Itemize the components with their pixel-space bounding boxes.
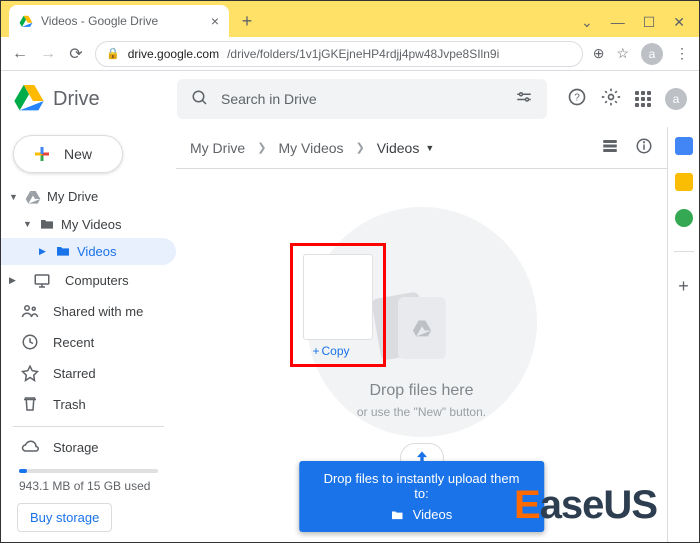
sidebar-item-starred[interactable]: Starred (1, 358, 176, 389)
help-icon[interactable]: ? (567, 87, 587, 112)
lock-icon: 🔒 (106, 47, 120, 60)
sidebar-label: Recent (53, 335, 94, 350)
breadcrumb-item[interactable]: My Videos (278, 140, 343, 156)
address-bar[interactable]: 🔒 drive.google.com /drive/folders/1v1jGK… (95, 41, 583, 67)
forward-icon: → (39, 45, 57, 63)
url-host: drive.google.com (128, 47, 219, 61)
banner-target: Videos (413, 507, 453, 522)
search-options-icon[interactable] (515, 89, 533, 110)
kebab-menu-icon[interactable]: ⋮ (675, 45, 689, 62)
chrome-user-icon[interactable]: ⌄ (581, 14, 593, 31)
close-tab-icon[interactable]: × (211, 13, 219, 29)
chevron-right-icon[interactable]: ▶ (9, 275, 19, 286)
storage-text: 943.1 MB of 15 GB used (1, 479, 176, 493)
search-icon (191, 89, 209, 110)
minimize-icon[interactable]: — (611, 14, 625, 31)
chevron-down-icon[interactable]: ▼ (23, 219, 33, 229)
buy-storage-button[interactable]: Buy storage (17, 503, 112, 532)
divider (674, 251, 694, 252)
sidebar-item-trash[interactable]: Trash (1, 389, 176, 420)
sidebar-item-videos[interactable]: ▶ Videos (1, 238, 176, 265)
breadcrumb-item[interactable]: My Drive (190, 140, 245, 156)
window-controls: ⌄ — ☐ ✕ (581, 14, 699, 37)
side-panel: + (667, 127, 699, 542)
zoom-icon[interactable]: ⊕ (593, 45, 605, 62)
search-placeholder: Search in Drive (221, 91, 317, 107)
drop-zone[interactable]: Drop files here or use the "New" button.… (262, 187, 582, 497)
back-icon[interactable]: ← (11, 45, 29, 63)
divider (13, 426, 164, 427)
search-input[interactable]: Search in Drive (177, 79, 547, 119)
sidebar-item-shared[interactable]: Shared with me (1, 296, 176, 327)
drop-title: Drop files here (369, 382, 473, 400)
sidebar-item-storage[interactable]: Storage (1, 432, 176, 463)
file-stack-icon (398, 297, 446, 359)
chevron-right-icon: ❯ (257, 141, 266, 154)
sidebar-item-my-videos[interactable]: ▼ My Videos (1, 211, 176, 238)
list-view-icon[interactable] (601, 137, 619, 158)
watermark: EaseUS (514, 483, 657, 528)
svg-text:?: ? (574, 92, 580, 103)
drive-header: Drive Search in Drive ? a (1, 71, 699, 127)
tree-label: My Videos (61, 217, 121, 232)
account-avatar[interactable]: a (665, 88, 687, 110)
new-tab-button[interactable]: + (233, 7, 261, 35)
breadcrumb: My Drive ❯ My Videos ❯ Videos ▼ (176, 127, 667, 169)
browser-toolbar: ← → ⟳ 🔒 drive.google.com /drive/folders/… (1, 37, 699, 71)
tasks-icon[interactable] (675, 209, 693, 227)
tab-title: Videos - Google Drive (41, 14, 203, 28)
settings-gear-icon[interactable] (601, 87, 621, 112)
sidebar-label: Computers (65, 273, 129, 288)
browser-tab-strip: Videos - Google Drive × + ⌄ — ☐ ✕ (1, 1, 699, 37)
sidebar: New ▼ My Drive ▼ My Videos ▶ Videos ▶ Co… (1, 127, 176, 542)
storage-progress (19, 469, 158, 473)
chevron-down-icon[interactable]: ▼ (9, 192, 19, 202)
keep-icon[interactable] (675, 173, 693, 191)
chevron-right-icon: ❯ (356, 141, 365, 154)
sidebar-label: Storage (53, 440, 99, 455)
add-addon-icon[interactable]: + (678, 276, 689, 297)
copy-label-text: Copy (322, 344, 350, 358)
copy-badge: + Copy (313, 344, 350, 358)
bookmark-icon[interactable]: ☆ (616, 45, 629, 62)
maximize-icon[interactable]: ☐ (643, 14, 656, 31)
product-title: Drive (53, 88, 100, 111)
apps-grid-icon[interactable] (635, 91, 651, 107)
main-content: My Drive ❯ My Videos ❯ Videos ▼ (176, 127, 667, 542)
tree-label: My Drive (47, 189, 98, 204)
upload-banner: Drop files to instantly upload them to: … (299, 461, 545, 532)
sidebar-label: Starred (53, 366, 96, 381)
url-path: /drive/folders/1v1jGKEjneHP4rdjj4pw48Jvp… (227, 47, 499, 61)
breadcrumb-label: Videos (377, 140, 420, 156)
tree-label: Videos (77, 244, 117, 259)
sidebar-item-recent[interactable]: Recent (1, 327, 176, 358)
drive-logo-icon (13, 81, 45, 118)
new-button-label: New (64, 146, 92, 162)
breadcrumb-current[interactable]: Videos ▼ (377, 140, 434, 156)
sidebar-item-computers[interactable]: ▶ Computers (1, 265, 176, 296)
new-button[interactable]: New (13, 135, 123, 173)
highlight-box: + Copy (290, 243, 386, 367)
sidebar-label: Trash (53, 397, 86, 412)
sidebar-item-my-drive[interactable]: ▼ My Drive (1, 183, 176, 210)
plus-icon: + (313, 344, 320, 358)
sidebar-label: Shared with me (53, 304, 143, 319)
reload-icon[interactable]: ⟳ (67, 44, 85, 64)
drag-ghost (303, 254, 373, 340)
browser-profile-avatar[interactable]: a (641, 43, 663, 65)
drive-favicon (19, 14, 33, 28)
close-window-icon[interactable]: ✕ (673, 14, 685, 31)
chevron-down-icon: ▼ (425, 143, 434, 153)
drop-subtitle: or use the "New" button. (357, 405, 486, 419)
browser-tab[interactable]: Videos - Google Drive × (9, 5, 229, 37)
info-icon[interactable] (635, 137, 653, 158)
chevron-right-icon[interactable]: ▶ (39, 246, 49, 257)
calendar-icon[interactable] (675, 137, 693, 155)
banner-text: Drop files to instantly upload them to: (323, 471, 521, 501)
folder-icon (391, 508, 405, 522)
